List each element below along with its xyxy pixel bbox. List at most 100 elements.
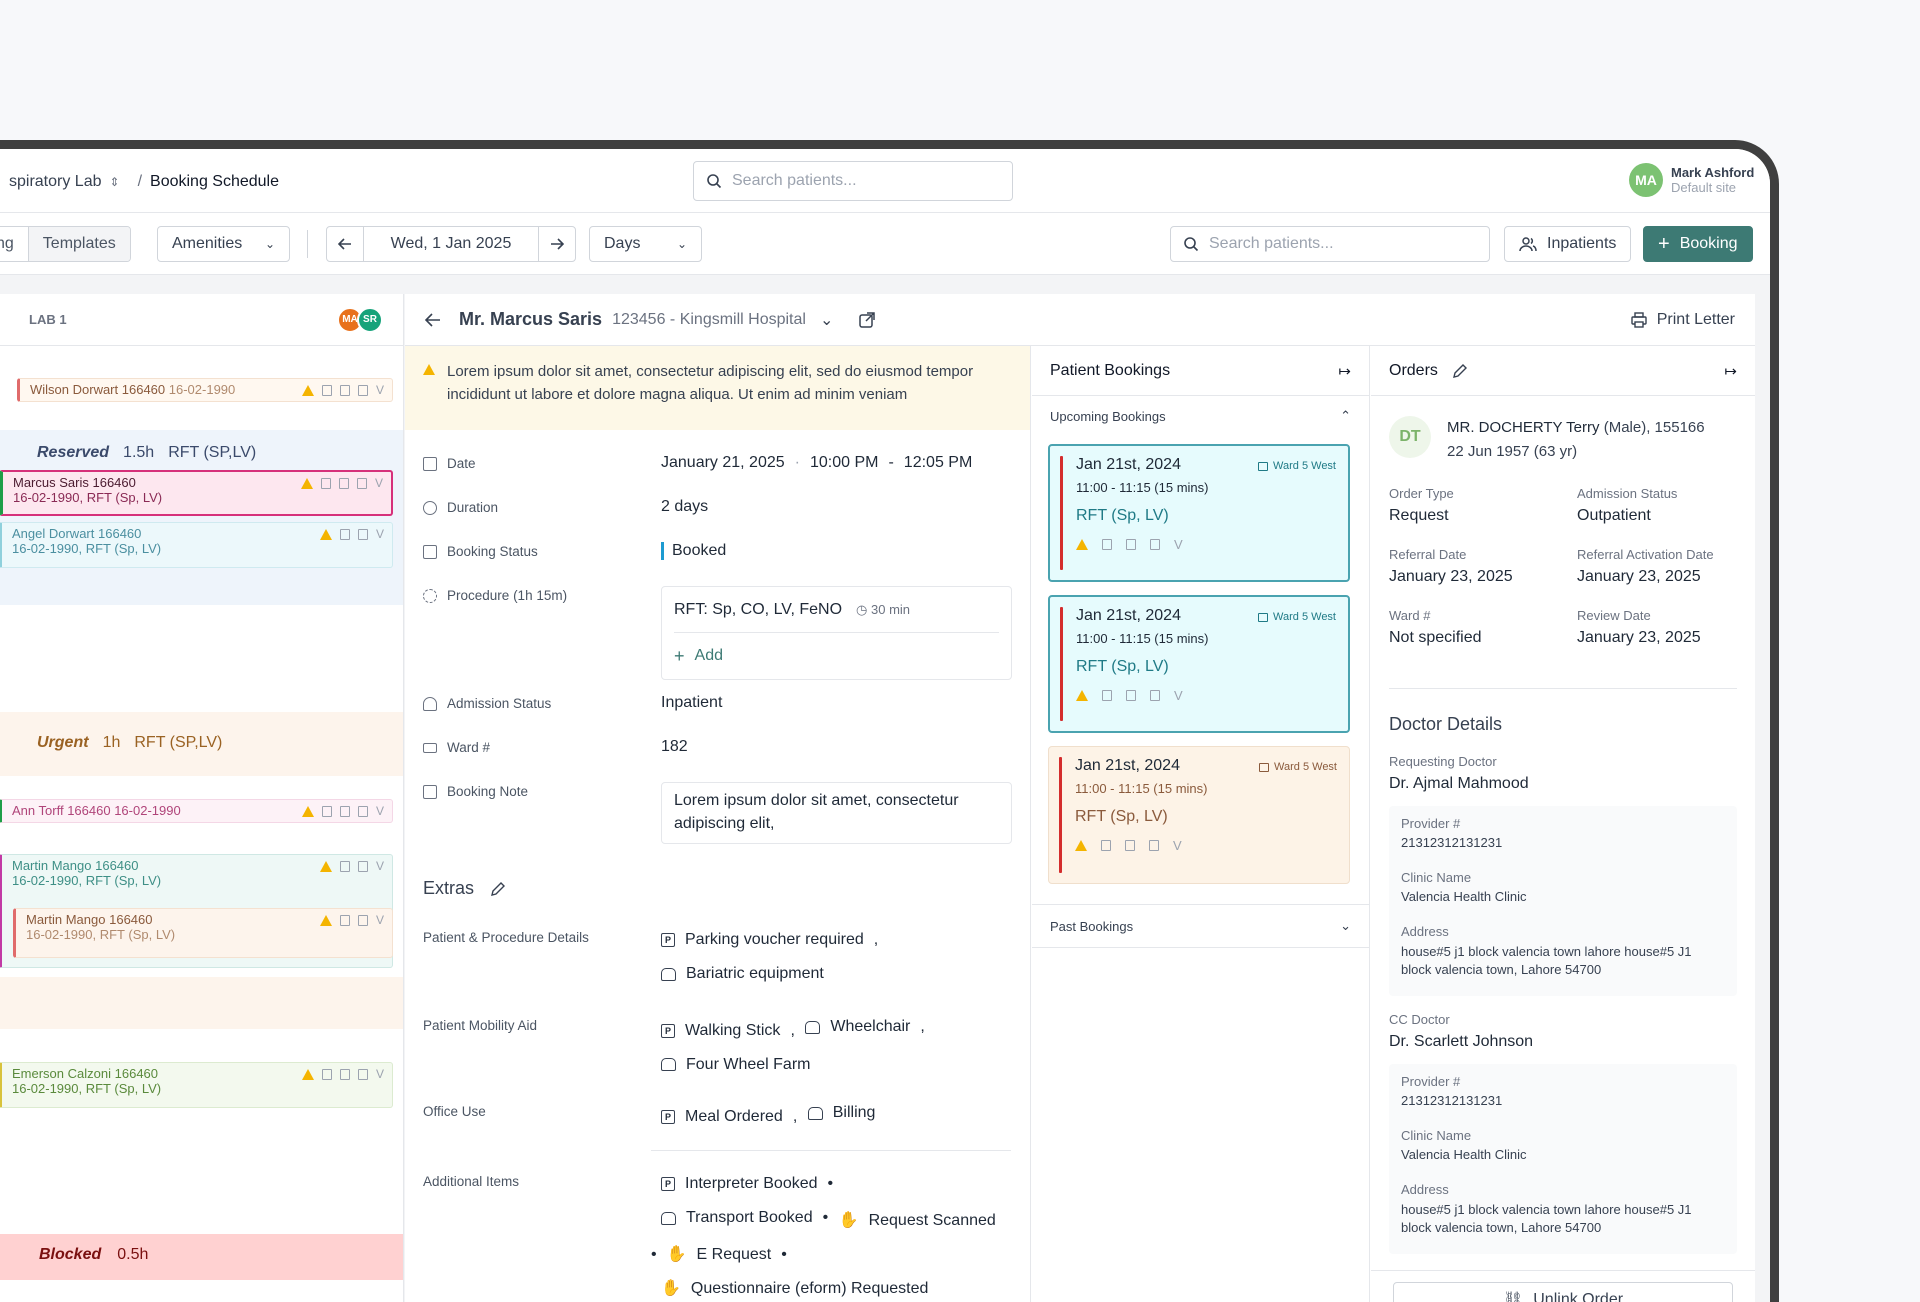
top-header: spiratory Lab ⇕ / Booking Schedule Searc… bbox=[0, 149, 1770, 213]
user-name: Mark Ashford bbox=[1671, 165, 1755, 180]
extra-item: Wheelchair bbox=[830, 1018, 911, 1035]
v-badge: V bbox=[375, 1067, 384, 1081]
arrow-left-icon[interactable] bbox=[425, 312, 441, 327]
warning-icon bbox=[319, 528, 332, 540]
booking-card[interactable]: Jan 21st, 2024 Ward 5 West 11:00 - 11:15… bbox=[1048, 746, 1350, 884]
view-mode-dropdown[interactable]: Days ⌄ bbox=[589, 226, 702, 262]
unlink-order-button[interactable]: ⛓ Unlink Order bbox=[1393, 1282, 1733, 1302]
v-badge: V bbox=[374, 476, 383, 490]
booking-procedure: RFT (Sp, LV) bbox=[1076, 658, 1169, 675]
billing-icon bbox=[357, 914, 368, 926]
list-item-selected[interactable]: Marcus Saris 166460 16-02-1990, RFT (Sp,… bbox=[0, 470, 393, 516]
new-booking-button[interactable]: + Booking bbox=[1643, 226, 1753, 262]
patient-id: 166460 bbox=[92, 475, 136, 490]
user-site: Default site bbox=[1671, 180, 1737, 195]
billing-icon bbox=[1125, 840, 1135, 851]
chevron-down-icon[interactable]: ⌄ bbox=[820, 310, 833, 330]
patient-search-input[interactable]: Search patients... bbox=[1170, 226, 1490, 262]
group-label: Reserved bbox=[37, 444, 110, 461]
list-item[interactable]: Wilson Dorwart 166460 16-02-1990 V bbox=[17, 378, 393, 402]
hand-icon: ✋ bbox=[661, 1279, 681, 1297]
print-icon bbox=[1150, 690, 1160, 701]
orders-header: Orders ↦ bbox=[1371, 346, 1755, 396]
patient-name: Martin Mango bbox=[26, 912, 106, 927]
date-navigator: Wed, 1 Jan 2025 bbox=[326, 226, 576, 262]
procedure-time: ◷ 30 min bbox=[856, 601, 911, 617]
collapse-panel-icon[interactable]: ↦ bbox=[1724, 362, 1737, 380]
list-item[interactable]: Ann Torff 166460 16-02-1990 V bbox=[0, 799, 393, 823]
patient-id: 166460 bbox=[95, 858, 139, 873]
amenities-dropdown[interactable]: Amenities ⌄ bbox=[157, 226, 290, 262]
dot-separator: · bbox=[794, 454, 800, 471]
admission-value: Inpatient bbox=[661, 694, 723, 711]
slot-icons: V bbox=[300, 476, 383, 490]
group-label: Blocked bbox=[39, 1246, 102, 1263]
list-item[interactable]: Emerson Calzoni 166460 16-02-1990, RFT (… bbox=[0, 1062, 393, 1108]
user-menu[interactable]: MA Mark Ashford Default site bbox=[1629, 163, 1754, 197]
mobility-aid-row: Patient Mobility Aid P Walking Stick, Whe… bbox=[423, 1016, 1012, 1084]
bed-icon bbox=[1259, 762, 1270, 772]
booking-card[interactable]: Jan 21st, 2024 Ward 5 West 11:00 - 11:15… bbox=[1048, 444, 1350, 582]
patient-id: 166460 bbox=[121, 382, 166, 397]
ward-label: Ward # bbox=[447, 740, 491, 755]
current-date[interactable]: Wed, 1 Jan 2025 bbox=[363, 227, 539, 261]
list-item[interactable]: Martin Mango 166460 16-02-1990, RFT (Sp,… bbox=[13, 908, 393, 958]
global-search-input[interactable]: Search patients... bbox=[693, 161, 1013, 201]
order-patient-meta: (Male), 155166 bbox=[1603, 419, 1705, 436]
past-bookings-toggle[interactable]: Past Bookings ⌄ bbox=[1032, 904, 1369, 948]
extra-item: Four Wheel Farm bbox=[686, 1055, 811, 1073]
avatar: MA bbox=[1629, 163, 1663, 197]
parking-icon: P bbox=[661, 1109, 675, 1124]
next-day-button[interactable] bbox=[539, 227, 575, 261]
print-letter-button[interactable]: Print Letter bbox=[1631, 311, 1735, 329]
provider-value: 21312312131231 bbox=[1401, 835, 1503, 850]
booking-info-column: Lorem ipsum dolor sit amet, consectetur … bbox=[405, 346, 1031, 1302]
cc-doctor-card: Provider # 21312312131231 Clinic Name Vale… bbox=[1389, 1064, 1737, 1254]
amenities-label: Amenities bbox=[172, 235, 243, 252]
pencil-icon[interactable] bbox=[490, 881, 506, 897]
segment-templates[interactable]: Templates bbox=[27, 227, 130, 261]
chevron-updown-icon[interactable]: ⇕ bbox=[110, 175, 120, 189]
list-item[interactable]: Angel Dorwart 166460 16-02-1990, RFT (Sp… bbox=[0, 522, 393, 568]
breadcrumb-parent[interactable]: spiratory Lab bbox=[9, 173, 102, 191]
referral-activation-value: January 23, 2025 bbox=[1577, 568, 1701, 585]
booking-note-field[interactable]: Lorem ipsum dolor sit amet, consectetur … bbox=[661, 782, 1012, 844]
upcoming-toggle[interactable]: Upcoming Bookings ⌃ bbox=[1032, 398, 1369, 434]
bed-icon bbox=[1102, 690, 1112, 701]
extra-item: Billing bbox=[832, 1104, 876, 1121]
procedure-box: RFT: Sp, CO, LV, FeNO ◷ 30 min + Add bbox=[661, 586, 1012, 680]
referral-date-value: January 23, 2025 bbox=[1389, 568, 1513, 585]
chevron-up-icon: ⌃ bbox=[1340, 408, 1351, 423]
parking-icon: P bbox=[661, 933, 675, 947]
procedure-row: Procedure (1h 15m) RFT: Sp, CO, LV, FeNO… bbox=[423, 586, 1012, 680]
patient-header: Mr. Marcus Saris 123456 - Kingsmill Hosp… bbox=[405, 294, 1755, 346]
pencil-icon[interactable] bbox=[1452, 363, 1468, 379]
avatar[interactable]: SR bbox=[357, 306, 383, 333]
add-label: Add bbox=[694, 647, 723, 664]
booking-card[interactable]: Jan 21st, 2024 Ward 5 West 11:00 - 11:15… bbox=[1048, 595, 1350, 733]
extra-item: Meal Ordered bbox=[685, 1107, 783, 1125]
patient-dob: 16-02-1990 bbox=[168, 382, 236, 397]
schedule-column: LAB 1 MA SR Wilson Dorwart 166460 16-02-… bbox=[0, 294, 404, 1302]
patient-id: 166460 bbox=[67, 803, 111, 818]
time-to: 12:05 PM bbox=[903, 454, 973, 471]
external-link-icon[interactable] bbox=[859, 311, 876, 328]
dash-separator: - bbox=[888, 454, 894, 471]
bed-icon bbox=[1258, 461, 1269, 471]
search-icon bbox=[1184, 237, 1199, 252]
patient-name: Ann Torff bbox=[12, 803, 64, 818]
add-procedure-button[interactable]: + Add bbox=[674, 633, 999, 679]
prev-day-button[interactable] bbox=[327, 227, 363, 261]
slot-icons: V bbox=[319, 527, 384, 541]
print-icon bbox=[1150, 539, 1160, 550]
booking-procedure: RFT (Sp, LV) bbox=[1075, 808, 1168, 825]
patient-details: 16-02-1990, RFT (Sp, LV) bbox=[12, 873, 162, 888]
app-window: spiratory Lab ⇕ / Booking Schedule Searc… bbox=[0, 140, 1779, 1302]
warning-icon bbox=[423, 364, 435, 375]
inpatients-button[interactable]: Inpatients bbox=[1504, 226, 1632, 262]
warning-banner: Lorem ipsum dolor sit amet, consectetur … bbox=[405, 346, 1030, 430]
clinic-value: Valencia Health Clinic bbox=[1401, 1147, 1527, 1162]
collapse-panel-icon[interactable]: ↦ bbox=[1338, 362, 1351, 380]
order-type-label: Order Type bbox=[1389, 486, 1454, 501]
segment-scheduling[interactable]: ng bbox=[0, 227, 28, 261]
